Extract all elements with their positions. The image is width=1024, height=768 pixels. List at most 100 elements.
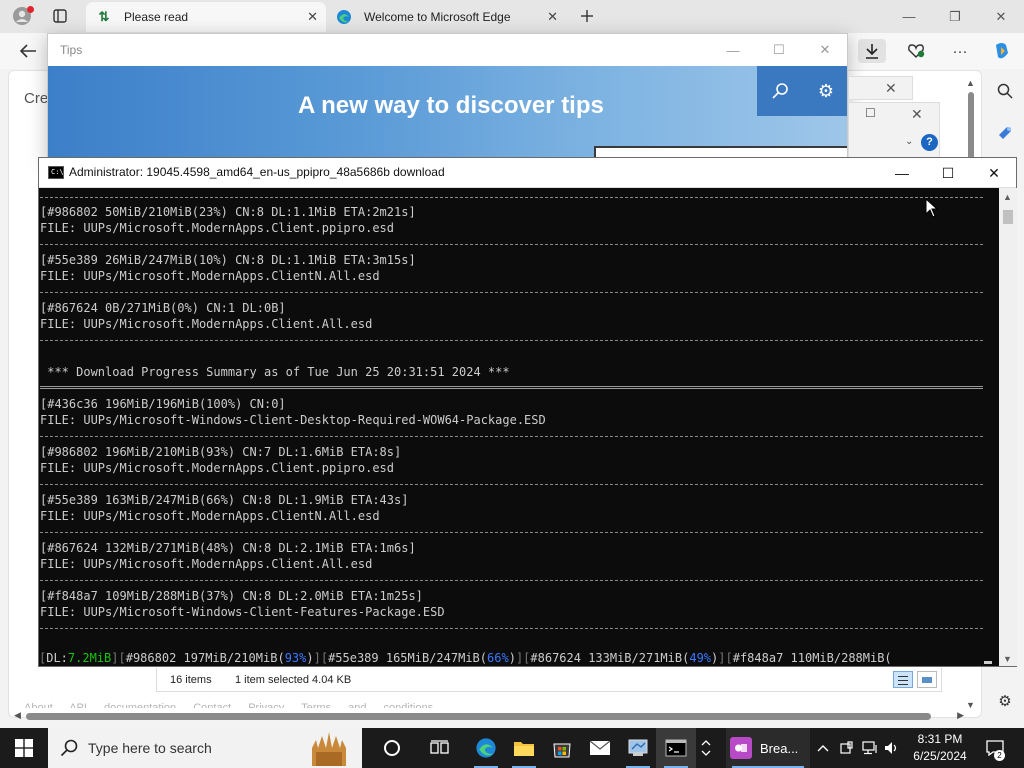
tray-show-hidden-icon[interactable] — [814, 728, 832, 768]
taskbar-search-box[interactable]: Type here to search — [48, 728, 362, 768]
scroll-right-icon[interactable]: ▶ — [957, 710, 964, 721]
copilot-icon[interactable] — [988, 39, 1016, 63]
console-line: [#f848a7 109MiB/288MiB(37%) CN:8 DL:2.0M… — [40, 589, 423, 603]
separator-line — [40, 628, 983, 629]
taskbar-file-explorer-icon[interactable] — [504, 728, 544, 768]
edge-page-hscrollbar[interactable]: ◀ ▶ — [14, 708, 964, 724]
notification-center-icon[interactable] — [980, 728, 1010, 768]
hscroll-thumb[interactable] — [26, 713, 931, 720]
tips-toolbar: ⚙ — [757, 66, 847, 116]
sidebar-tools-icon[interactable] — [992, 120, 1018, 146]
status-item-percent: 49% — [689, 651, 712, 665]
status-item-percent: 93% — [284, 651, 307, 665]
tips-close-icon[interactable]: ✕ — [802, 34, 847, 66]
cortana-icon[interactable] — [372, 728, 412, 768]
downloads-icon[interactable] — [858, 39, 886, 63]
taskbar-running-app[interactable]: Brea... — [726, 728, 810, 768]
scroll-down-icon[interactable]: ▼ — [966, 700, 975, 710]
tray-network-icon[interactable] — [860, 728, 880, 768]
status-item-tail: ) — [508, 651, 516, 665]
console-maximize-icon[interactable]: ☐ — [925, 158, 971, 188]
tips-titlebar: Tips — ☐ ✕ — [48, 34, 847, 66]
tips-maximize-icon[interactable]: ☐ — [756, 34, 802, 66]
start-button[interactable] — [0, 728, 48, 768]
notification-count-badge: 2 — [994, 750, 1005, 761]
dialog-close-icon[interactable]: ✕ — [911, 106, 923, 123]
edge-close-icon[interactable]: ✕ — [978, 0, 1024, 33]
tab-actions-icon[interactable] — [48, 5, 72, 27]
console-status-line: [DL:7.2MiB][#986802 197MiB/210MiB(93%)][… — [39, 650, 984, 666]
clock-date: 6/25/2024 — [913, 749, 967, 763]
console-line: [#55e389 26MiB/247MiB(10%) CN:8 DL:1.1Mi… — [40, 253, 416, 267]
large-icons-view-icon[interactable] — [917, 671, 937, 688]
profile-alert-dot — [27, 6, 34, 13]
status-item-head: #986802 197MiB/210MiB( — [125, 651, 285, 665]
tab-welcome-edge[interactable]: Welcome to Microsoft Edge ✕ — [326, 2, 566, 32]
scroll-thumb[interactable] — [1003, 210, 1013, 224]
background-dialog: ✕ — [848, 76, 913, 100]
text-cursor — [984, 661, 992, 664]
taskbar-mail-icon[interactable] — [580, 728, 620, 768]
taskbar-app-label: Brea... — [760, 740, 799, 756]
close-tab-icon[interactable]: ✕ — [307, 9, 318, 25]
dialog-chevron-icon[interactable]: ⌄ — [905, 136, 913, 147]
tips-settings-icon[interactable]: ⚙ — [803, 66, 847, 116]
dialog-close-icon[interactable]: ✕ — [885, 80, 897, 97]
console-scrollbar[interactable]: ▲ ▼ — [999, 188, 1017, 666]
tray-device-icon[interactable] — [836, 728, 856, 768]
taskbar-control-panel-icon[interactable] — [618, 728, 658, 768]
taskbar-console-icon[interactable] — [656, 728, 696, 768]
new-tab-icon[interactable] — [575, 5, 599, 27]
tab-label: Please read — [124, 10, 189, 24]
bracket: ][ — [718, 651, 733, 665]
console-minimize-icon[interactable]: — — [879, 158, 925, 188]
console-close-icon[interactable]: ✕ — [971, 158, 1017, 188]
selection-info: 1 item selected 4.04 KB — [235, 674, 352, 686]
sort-arrows-icon: ⇅ — [98, 9, 110, 24]
separator-line — [40, 436, 983, 437]
more-options-icon[interactable]: ··· — [946, 39, 974, 63]
console-line: [#55e389 163MiB/247MiB(66%) CN:8 DL:1.9M… — [40, 493, 409, 507]
app-logo-icon — [730, 737, 752, 759]
separator-line — [40, 244, 983, 245]
taskbar-edge-icon[interactable] — [466, 728, 506, 768]
search-icon — [60, 739, 78, 762]
edge-minimize-icon[interactable]: — — [886, 0, 932, 33]
status-item-head: #867624 133MiB/271MiB( — [530, 651, 690, 665]
separator-line — [40, 197, 983, 198]
tab-please-read[interactable]: ⇅ Please read ✕ — [86, 2, 326, 32]
taskbar-overflow-chevron-icon[interactable] — [694, 728, 718, 768]
separator-line — [40, 532, 983, 533]
task-view-icon[interactable] — [420, 728, 460, 768]
sidebar-search-icon[interactable] — [992, 78, 1018, 104]
separator-line — [40, 340, 983, 341]
status-item-percent: 66% — [487, 651, 509, 665]
taskbar-clock[interactable]: 8:31 PM 6/25/2024 — [904, 731, 976, 765]
search-highlight-icon[interactable] — [304, 730, 354, 766]
scroll-left-icon[interactable]: ◀ — [14, 710, 21, 721]
edge-restore-icon[interactable]: ❐ — [932, 0, 978, 33]
dialog-maximize-icon[interactable]: ☐ — [865, 106, 876, 120]
browser-essentials-icon[interactable] — [902, 39, 930, 63]
sidebar-settings-icon[interactable]: ⚙ — [992, 688, 1018, 714]
taskbar-store-icon[interactable] — [542, 728, 582, 768]
tips-minimize-icon[interactable]: — — [710, 34, 756, 66]
close-tab-icon[interactable]: ✕ — [547, 9, 558, 25]
tab-label: Welcome to Microsoft Edge — [364, 10, 511, 24]
tips-window-title: Tips — [60, 43, 83, 57]
console-line: FILE: UUPs/Microsoft-Windows-Client-Feat… — [40, 605, 445, 619]
help-icon[interactable]: ? — [921, 134, 938, 151]
back-arrow-icon[interactable] — [14, 39, 42, 63]
console-window: C:\ Administrator: 19045.4598_amd64_en-u… — [38, 157, 1017, 667]
scroll-down-icon[interactable]: ▼ — [1003, 654, 1012, 664]
tips-search-icon[interactable] — [757, 66, 803, 116]
background-dialog: ☐ ✕ ⌄ ? — [848, 102, 940, 158]
scroll-up-icon[interactable]: ▲ — [1003, 192, 1012, 202]
console-output[interactable]: [#986802 50MiB/210MiB(23%) CN:8 DL:1.1Mi… — [39, 196, 997, 666]
tray-volume-icon[interactable] — [882, 728, 902, 768]
status-dl-value: 7.2MiB — [67, 651, 112, 665]
scroll-up-icon[interactable]: ▲ — [966, 78, 975, 88]
details-view-icon[interactable] — [893, 671, 913, 688]
explorer-status-bar: 16 items 1 item selected 4.04 KB — [156, 668, 942, 692]
bracket: ][ — [111, 651, 126, 665]
